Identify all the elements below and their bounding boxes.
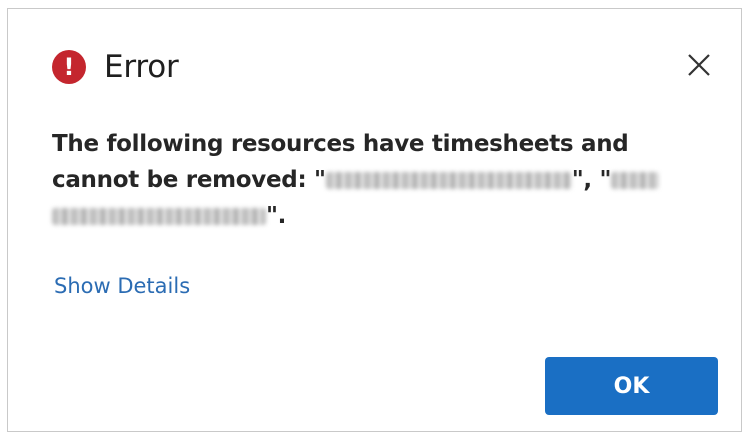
show-details-link[interactable]: Show Details [54,274,190,298]
error-icon: ! [52,50,86,84]
dialog-title: Error [104,49,179,85]
error-dialog: ! Error The following resources have tim… [7,8,742,432]
ok-button[interactable]: OK [545,357,718,415]
close-icon [688,54,710,76]
error-message: The following resources have timesheets … [52,126,692,234]
close-button[interactable] [682,48,716,82]
redacted-resource-name [325,172,572,189]
redacted-resource-name [611,172,660,189]
redacted-resource-name [52,208,266,225]
dialog-header: ! Error [52,47,179,87]
